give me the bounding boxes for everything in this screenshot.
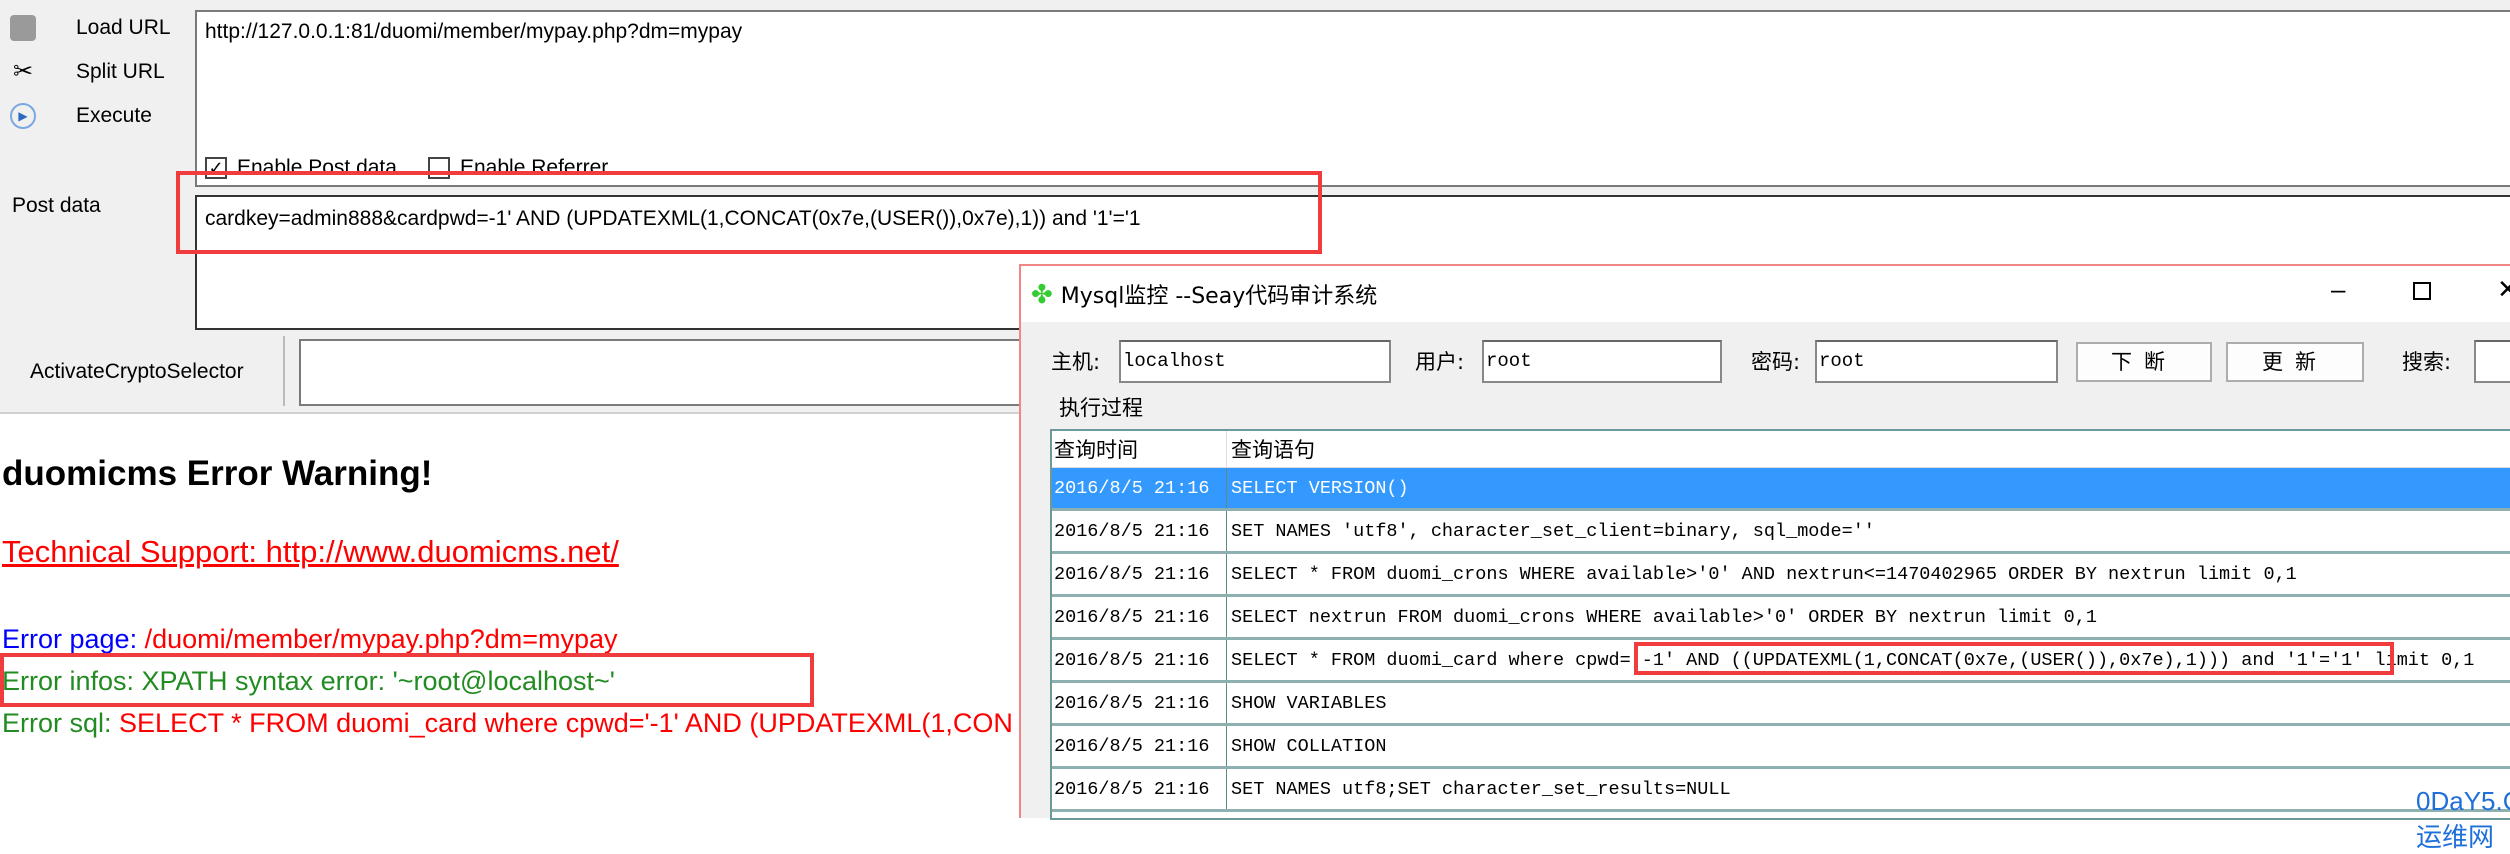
table-row[interactable]: 2016/8/5 21:16 SHOW VARIABLES <box>1052 683 2510 726</box>
host-input[interactable]: localhost <box>1119 340 1391 383</box>
table-row[interactable]: 2016/8/5 21:16 SHOW COLLATION <box>1052 726 2510 769</box>
row-query: SELECT nextrun FROM duomi_crons WHERE av… <box>1231 606 2097 628</box>
query-table: 查询时间 查询语句 2016/8/5 21:16 SELECT VERSION()… <box>1050 429 2510 820</box>
error-page: duomicms Error Warning! Technical Suppor… <box>0 416 1030 818</box>
load-icon <box>10 15 36 41</box>
row-time: 2016/8/5 21:16 <box>1052 683 1227 723</box>
row-time: 2016/8/5 21:16 <box>1052 511 1227 551</box>
highlight-box-query <box>1634 642 2394 675</box>
user-input[interactable]: root <box>1482 340 1722 383</box>
group-label: 执行过程 <box>1059 396 1143 420</box>
col-query-header[interactable]: 查询语句 <box>1227 431 1315 467</box>
close-button[interactable]: ✕ <box>2497 274 2510 305</box>
row-query: SET NAMES utf8;SET character_set_results… <box>1231 778 1731 800</box>
table-row[interactable]: 2016/8/5 21:16 SELECT VERSION() <box>1052 468 2510 511</box>
password-input[interactable]: root <box>1815 340 2058 383</box>
refresh-button[interactable]: 更新 <box>2226 342 2364 382</box>
search-label: 搜索: <box>2402 350 2452 374</box>
row-query: SHOW VARIABLES <box>1231 692 1387 714</box>
row-query: SELECT VERSION() <box>1231 477 1409 499</box>
table-row[interactable]: 2016/8/5 21:16 SELECT * FROM duomi_crons … <box>1052 554 2510 597</box>
table-header: 查询时间 查询语句 <box>1052 431 2510 468</box>
password-label: 密码: <box>1751 350 1801 374</box>
row-time: 2016/8/5 21:16 <box>1052 769 1227 809</box>
host-label: 主机: <box>1051 350 1101 374</box>
user-label: 用户: <box>1415 350 1465 374</box>
table-row[interactable]: 2016/8/5 21:16 SET NAMES 'utf8', characte… <box>1052 511 2510 554</box>
divider <box>283 336 285 406</box>
mysql-monitor-window: ✤ Mysql监控 --Seay代码审计系统 – ✕ 主机: localhost… <box>1019 264 2510 852</box>
row-query: SET NAMES 'utf8', character_set_client=b… <box>1231 520 1875 542</box>
window-title: Mysql监控 --Seay代码审计系统 <box>1060 284 1378 309</box>
highlight-box-post <box>176 171 1322 254</box>
minimize-button[interactable]: – <box>2331 274 2345 305</box>
row-query: SELECT * FROM duomi_crons WHERE availabl… <box>1231 563 2297 585</box>
split-url-button[interactable]: ✂ Split URL <box>10 52 190 92</box>
page-heading: duomicms Error Warning! <box>2 454 433 493</box>
table-row[interactable]: 2016/8/5 21:16 SET NAMES utf8;SET charact… <box>1052 769 2510 812</box>
scissors-icon: ✂ <box>12 58 34 85</box>
row-time: 2016/8/5 21:16 <box>1052 554 1227 594</box>
support-link[interactable]: Technical Support: http://www.duomicms.n… <box>2 534 619 570</box>
row-time: 2016/8/5 21:16 <box>1052 468 1227 508</box>
break-button[interactable]: 下断 <box>2076 342 2212 382</box>
col-time-header[interactable]: 查询时间 <box>1052 431 1227 467</box>
app-icon: ✤ <box>1031 278 1053 309</box>
play-icon: ▶ <box>10 103 36 129</box>
execute-button[interactable]: ▶ Execute <box>10 96 190 136</box>
error-sql-line: Error sql: SELECT * FROM duomi_card wher… <box>2 708 1013 738</box>
row-time: 2016/8/5 21:16 <box>1052 640 1227 680</box>
crypto-selector-label: ActivateCryptoSelector <box>30 360 244 383</box>
title-bar: ✤ Mysql监控 --Seay代码审计系统 – ✕ <box>1021 266 2510 322</box>
row-time: 2016/8/5 21:16 <box>1052 726 1227 766</box>
maximize-button[interactable] <box>2413 282 2431 300</box>
load-url-button[interactable]: Load URL <box>10 8 190 48</box>
row-query: SHOW COLLATION <box>1231 735 1387 757</box>
row-time: 2016/8/5 21:16 <box>1052 597 1227 637</box>
post-data-label: Post data <box>12 194 101 217</box>
error-page-line: Error page: /duomi/member/mypay.php?dm=m… <box>2 624 618 654</box>
search-input[interactable] <box>2474 340 2510 383</box>
table-row[interactable]: 2016/8/5 21:16 SELECT nextrun FROM duomi_… <box>1052 597 2510 640</box>
highlight-box-error <box>0 653 814 707</box>
watermark: 0DaY5.CoM 运维网 <box>2416 786 2510 852</box>
